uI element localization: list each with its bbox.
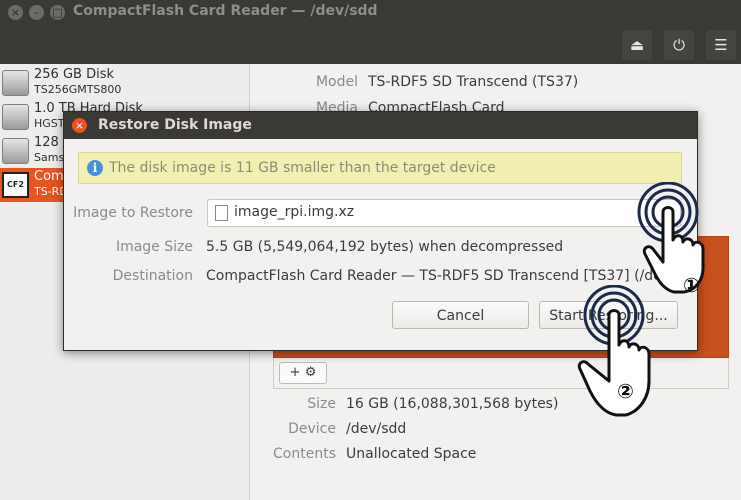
tap-hand-icon [577, 284, 651, 417]
image-file-name: image_rpi.img.xz [234, 204, 355, 220]
gear-icon: ⚙ [304, 365, 317, 380]
dialog-titlebar: × Restore Disk Image [64, 112, 697, 139]
add-icon: + [289, 365, 301, 380]
image-size-label: Image Size [115, 239, 193, 255]
step-1-marker: ① [683, 273, 700, 297]
drive-name: 256 GB Disk [34, 67, 114, 82]
power-button[interactable]: ⏻ [664, 30, 694, 60]
drive-name: 128 [34, 135, 59, 150]
cancel-button[interactable]: Cancel [392, 301, 529, 329]
device-value: /dev/sdd [346, 421, 407, 437]
sidebar-drive-256gb[interactable]: 256 GB Disk TS256GMTS800 [0, 66, 249, 100]
headerbar: ⏏ ⏻ ☰ [0, 26, 741, 64]
disk-icon [2, 138, 29, 164]
power-icon: ⏻ [673, 36, 685, 54]
size-label: Size [307, 396, 336, 412]
tap-hand-icon [637, 181, 705, 294]
model-label: Model [315, 74, 358, 90]
contents-label: Contents [273, 446, 336, 462]
drive-model: HGST [34, 117, 65, 130]
hard-disk-icon [2, 104, 29, 130]
image-file-chooser[interactable]: image_rpi.img.xz [207, 199, 681, 227]
disk-icon [2, 70, 29, 96]
dialog-close-button[interactable]: × [72, 118, 87, 133]
window-titlebar: × – □ CompactFlash Card Reader — /dev/sd… [0, 0, 741, 26]
destination-value: CompactFlash Card Reader — TS-RDF5 SD Tr… [206, 268, 675, 284]
size-value: 16 GB (16,088,301,568 bytes) [346, 396, 559, 412]
contents-value: Unallocated Space [346, 446, 477, 462]
eject-icon: ⏏ [629, 36, 645, 54]
window-close-button[interactable]: × [8, 5, 23, 20]
window-title: CompactFlash Card Reader — /dev/sdd [73, 3, 378, 19]
info-icon: i [87, 160, 103, 176]
image-to-restore-label: Image to Restore [73, 205, 193, 221]
destination-label: Destination [112, 268, 193, 284]
dialog-title: Restore Disk Image [98, 117, 252, 133]
info-message: The disk image is 11 GB smaller than the… [109, 160, 496, 176]
tap-hand-2 [570, 284, 666, 425]
drive-model: TS256GMTS800 [34, 83, 122, 96]
device-label: Device [288, 421, 336, 437]
window-minimize-button[interactable]: – [29, 5, 44, 20]
model-value: TS-RDF5 SD Transcend (TS37) [368, 74, 579, 90]
file-icon [215, 205, 228, 221]
info-bar: i The disk image is 11 GB smaller than t… [78, 152, 682, 184]
partition-add-settings-button[interactable]: + ⚙ [279, 362, 327, 384]
window-maximize-button[interactable]: □ [50, 5, 65, 20]
drive-name: Com [34, 169, 64, 184]
menu-button[interactable]: ☰ [706, 30, 736, 60]
step-2-marker: ② [617, 379, 634, 403]
tap-hand-1 [630, 181, 726, 302]
compactflash-icon: CF2 [2, 172, 29, 198]
hamburger-menu-icon: ☰ [714, 36, 728, 54]
image-size-value: 5.5 GB (5,549,064,192 bytes) when decomp… [206, 239, 564, 255]
eject-button[interactable]: ⏏ [622, 30, 652, 60]
